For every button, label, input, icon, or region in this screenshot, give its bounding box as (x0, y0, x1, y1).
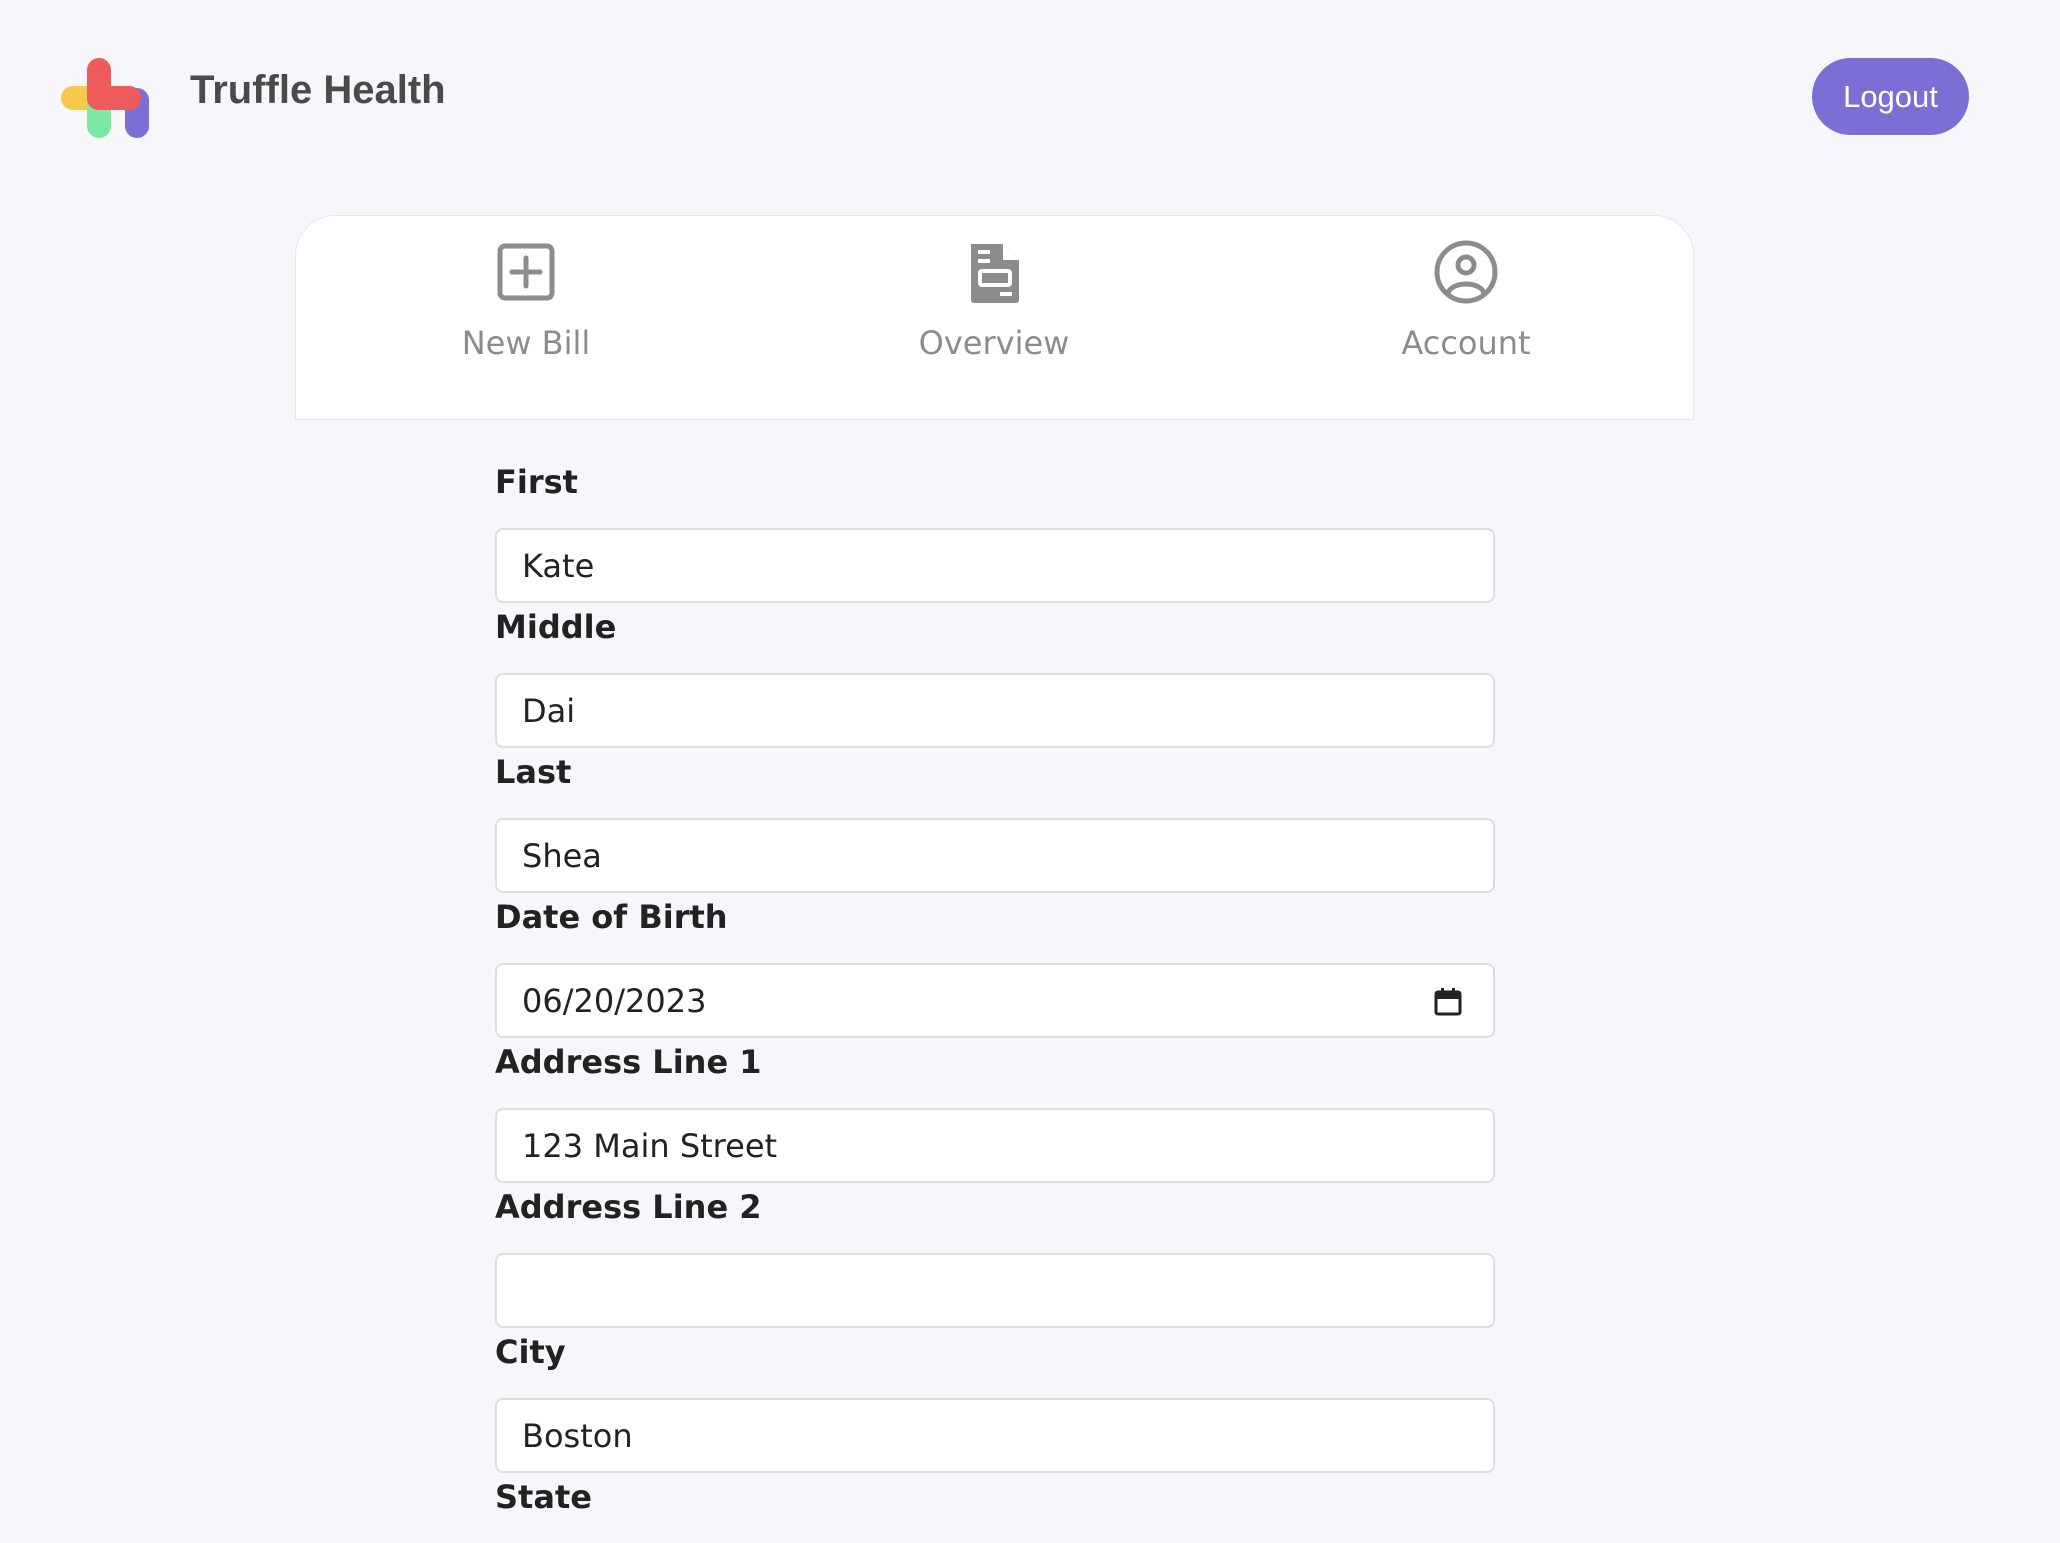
tab-bar: New Bill Overview Account (295, 215, 1694, 420)
city-input[interactable] (497, 1400, 1493, 1471)
address-line-2-input[interactable] (497, 1255, 1493, 1326)
last-name-label: Last (495, 753, 572, 791)
truffle-health-logo (61, 58, 149, 138)
last-name-field (495, 818, 1495, 893)
address-line-2-label: Address Line 2 (495, 1188, 762, 1226)
tab-account-label: Account (1401, 324, 1531, 362)
address-line-1-field (495, 1108, 1495, 1183)
tab-new-bill-label: New Bill (461, 324, 591, 362)
first-name-field (495, 528, 1495, 603)
first-name-label: First (495, 463, 578, 501)
personal-info-form: First Middle Last Date of Birth Address … (495, 462, 1495, 1543)
last-name-input[interactable] (497, 820, 1493, 891)
tab-overview[interactable]: Overview (874, 216, 1114, 421)
logout-button[interactable]: Logout (1812, 58, 1969, 135)
brand-name: Truffle Health (190, 68, 446, 112)
middle-name-field (495, 673, 1495, 748)
tab-overview-label: Overview (918, 324, 1070, 362)
middle-name-label: Middle (495, 608, 617, 646)
tab-account[interactable]: Account (1346, 216, 1586, 421)
first-name-input[interactable] (497, 530, 1493, 601)
state-label: State (495, 1478, 592, 1516)
user-circle-icon (1434, 240, 1498, 304)
date-of-birth-label: Date of Birth (495, 898, 728, 936)
tab-new-bill[interactable]: New Bill (406, 216, 646, 421)
city-label: City (495, 1333, 566, 1371)
date-of-birth-input[interactable] (497, 965, 1493, 1036)
document-icon (971, 244, 1019, 303)
calendar-icon[interactable] (1433, 987, 1463, 1017)
date-of-birth-field (495, 963, 1495, 1038)
plus-square-icon (497, 243, 555, 301)
middle-name-input[interactable] (497, 675, 1493, 746)
address-line-2-field (495, 1253, 1495, 1328)
address-line-1-label: Address Line 1 (495, 1043, 762, 1081)
address-line-1-input[interactable] (497, 1110, 1493, 1181)
city-field (495, 1398, 1495, 1473)
